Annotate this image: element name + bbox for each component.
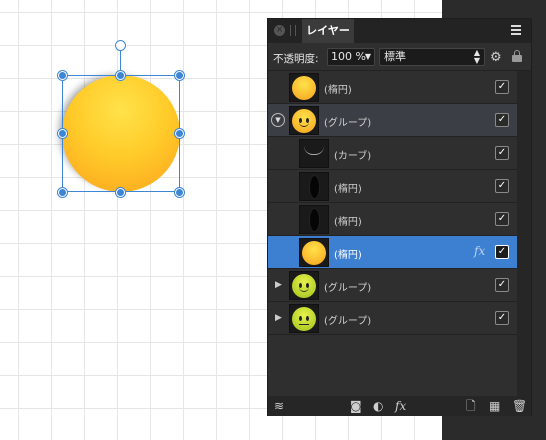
- opacity-row: 不透明度: 100 % ▼ 標準 ▲ ▼ ⚙: [268, 43, 531, 71]
- layer-row[interactable]: (楕円) ✓: [268, 71, 517, 104]
- handle-left[interactable]: [58, 129, 67, 138]
- effects-icon[interactable]: fx: [474, 244, 485, 258]
- collapse-group-icon[interactable]: ▼: [271, 113, 285, 127]
- layer-name: (グループ): [324, 316, 372, 327]
- layer-name: (カーブ): [334, 151, 372, 162]
- layer-thumbnail: [289, 73, 319, 102]
- blend-mode-select[interactable]: 標準 ▲ ▼: [379, 48, 485, 66]
- layer-thumbnail: [289, 106, 319, 135]
- visibility-checkbox[interactable]: ✓: [495, 80, 509, 94]
- layer-thumbnail: [299, 205, 329, 234]
- layer-row[interactable]: ▶ (グループ) ✓: [268, 269, 517, 302]
- layer-row[interactable]: (楕円) ✓: [268, 170, 517, 203]
- visibility-checkbox[interactable]: ✓: [495, 245, 509, 259]
- handle-top-right[interactable]: [175, 71, 184, 80]
- mask-icon[interactable]: ◙: [350, 399, 362, 413]
- layer-thumbnail: [299, 238, 329, 267]
- layer-row[interactable]: (楕円) ✓: [268, 203, 517, 236]
- expand-group-icon[interactable]: ▶: [275, 280, 282, 290]
- layers-scrollbar[interactable]: [517, 71, 531, 396]
- fx-icon[interactable]: fx: [395, 399, 406, 413]
- panel-menu-icon[interactable]: [511, 25, 523, 37]
- gear-icon[interactable]: ⚙: [490, 50, 502, 65]
- layers-panel: × レイヤー 不透明度: 100 % ▼ 標準 ▲ ▼ ⚙ (楕円) ✓ ▼ (…: [267, 18, 532, 416]
- opacity-value: 100 %: [331, 50, 366, 63]
- visibility-checkbox[interactable]: ✓: [495, 146, 509, 160]
- blend-mode-value: 標準: [384, 50, 406, 63]
- layer-name: (楕円): [334, 217, 362, 228]
- visibility-checkbox[interactable]: ✓: [495, 113, 509, 127]
- layer-row-selected[interactable]: (楕円) fx ✓: [268, 236, 517, 269]
- layer-thumbnail: [289, 304, 319, 333]
- opacity-label: 不透明度:: [273, 53, 319, 65]
- selection-bounding-box: [62, 75, 180, 192]
- layer-row[interactable]: ▶ (グループ) ✓: [268, 302, 517, 335]
- trash-icon[interactable]: 🗑: [512, 399, 527, 413]
- layer-row[interactable]: (カーブ) ✓: [268, 137, 517, 170]
- expand-group-icon[interactable]: ▶: [275, 313, 282, 323]
- panel-bottom-bar: ≋ ◙ ◐ fx 🗋 ▦ 🗑: [268, 396, 531, 416]
- new-layer-icon[interactable]: 🗋: [466, 399, 476, 413]
- handle-bottom-right[interactable]: [175, 188, 184, 197]
- layer-thumbnail: [299, 139, 329, 168]
- handle-right[interactable]: [175, 129, 184, 138]
- rotation-handle[interactable]: [115, 40, 126, 51]
- layer-name: (楕円): [324, 85, 352, 96]
- layer-name: (楕円): [334, 184, 362, 195]
- close-icon[interactable]: ×: [274, 25, 285, 36]
- visibility-checkbox[interactable]: ✓: [495, 179, 509, 193]
- handle-top-left[interactable]: [58, 71, 67, 80]
- opacity-field[interactable]: 100 % ▼: [327, 48, 375, 66]
- visibility-checkbox[interactable]: ✓: [495, 212, 509, 226]
- layer-name: (グループ): [324, 283, 372, 294]
- updown-arrows-icon: ▲ ▼: [473, 48, 480, 65]
- drag-grip-icon[interactable]: [290, 25, 296, 36]
- panel-titlebar: × レイヤー: [268, 19, 531, 43]
- pixel-layer-icon[interactable]: ▦: [489, 399, 500, 413]
- handle-bottom[interactable]: [116, 188, 125, 197]
- adjustment-icon[interactable]: ◐: [373, 399, 383, 413]
- layer-thumbnail: [299, 172, 329, 201]
- tab-layers[interactable]: レイヤー: [302, 19, 354, 43]
- layer-row[interactable]: ▼ (グループ) ✓: [268, 104, 517, 137]
- lock-icon[interactable]: [512, 50, 522, 62]
- layers-list: (楕円) ✓ ▼ (グループ) ✓ (カーブ) ✓ (楕円) ✓ (楕円) ✓ …: [268, 71, 517, 396]
- layers-stack-icon[interactable]: ≋: [274, 399, 284, 413]
- handle-top[interactable]: [116, 71, 125, 80]
- handle-bottom-left[interactable]: [58, 188, 67, 197]
- visibility-checkbox[interactable]: ✓: [495, 311, 509, 325]
- layer-name: (楕円): [334, 250, 362, 261]
- layer-name: (グループ): [324, 118, 372, 129]
- chevron-down-icon: ▼: [364, 52, 371, 61]
- visibility-checkbox[interactable]: ✓: [495, 278, 509, 292]
- layer-thumbnail: [289, 271, 319, 300]
